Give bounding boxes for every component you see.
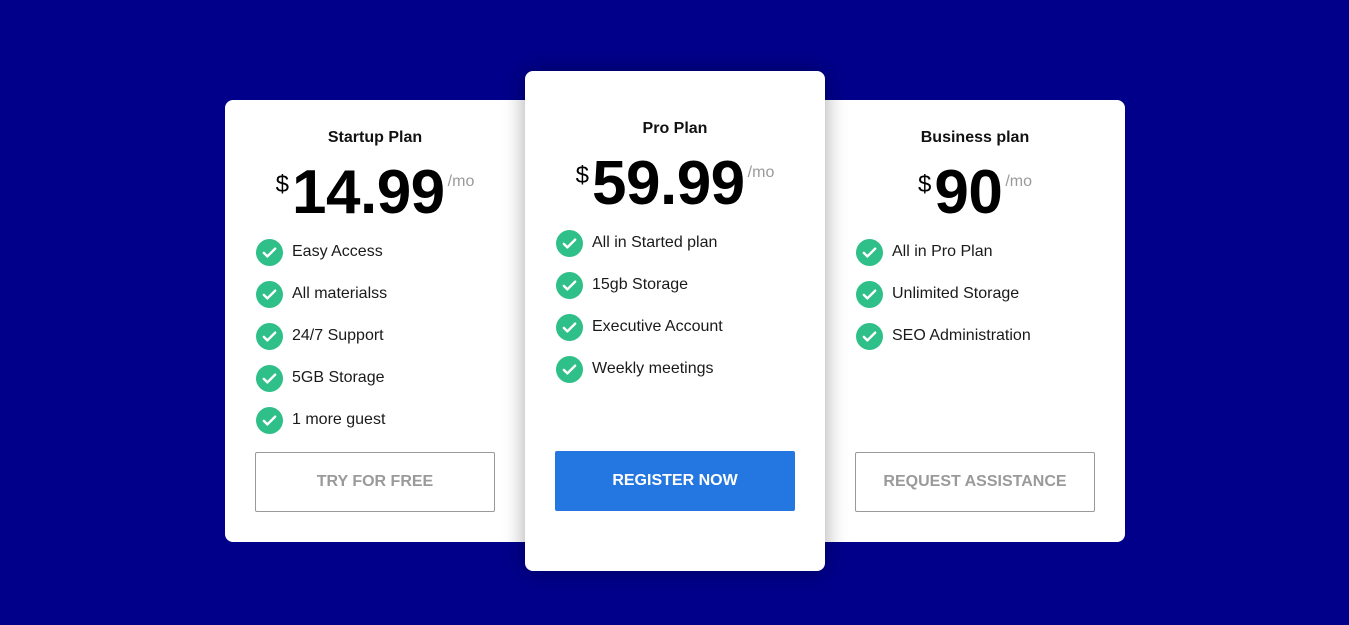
feature-label: Weekly meetings [592, 360, 714, 377]
check-circle-icon [556, 271, 583, 299]
feature-item: SEO Administration [856, 315, 1115, 357]
plan-price: $ 14.99 /mo [225, 162, 525, 224]
business-plan-card: Business plan $ 90 /mo All in Pro Plan U… [825, 100, 1125, 542]
check-circle-icon [256, 238, 283, 266]
plan-title: Pro Plan [642, 120, 708, 137]
feature-label: SEO Administration [892, 327, 1031, 344]
price-period: /mo [1005, 173, 1032, 190]
check-circle-icon [256, 364, 283, 392]
feature-item: All materialss [256, 273, 515, 315]
price-period: /mo [747, 164, 775, 181]
feature-item: 5GB Storage [256, 357, 515, 399]
feature-label: 1 more guest [292, 411, 386, 428]
currency-symbol: $ [918, 171, 932, 198]
check-circle-icon [856, 238, 883, 266]
plan-price: $ 90 /mo [825, 162, 1125, 224]
plan-title: Startup Plan [327, 129, 423, 146]
price-amount: 59.99 [592, 149, 745, 218]
feature-item: Easy Access [256, 231, 515, 273]
price-period: /mo [447, 173, 475, 190]
feature-item: 24/7 Support [256, 315, 515, 357]
request-assistance-button[interactable]: REQUEST ASSISTANCE [855, 452, 1095, 512]
check-circle-icon [256, 406, 283, 434]
check-circle-icon [556, 355, 583, 383]
check-circle-icon [556, 313, 583, 341]
feature-item: 15gb Storage [556, 264, 815, 306]
feature-list: All in Pro Plan Unlimited Storage SEO Ad… [856, 231, 1115, 357]
feature-label: Executive Account [592, 318, 723, 335]
try-for-free-button[interactable]: TRY FOR FREE [255, 452, 495, 512]
feature-label: All materialss [292, 285, 388, 302]
feature-item: All in Pro Plan [856, 231, 1115, 273]
feature-label: All in Started plan [592, 234, 718, 251]
price-amount: 14.99 [292, 158, 445, 227]
check-circle-icon [256, 280, 283, 308]
feature-item: All in Started plan [556, 222, 815, 264]
feature-label: All in Pro Plan [892, 243, 993, 260]
feature-label: 5GB Storage [292, 369, 385, 386]
check-circle-icon [856, 322, 883, 350]
feature-label: Easy Access [292, 243, 383, 260]
feature-label: Unlimited Storage [892, 285, 1020, 302]
feature-list: All in Started plan 15gb Storage Executi… [556, 222, 815, 390]
feature-item: Executive Account [556, 306, 815, 348]
feature-label: 15gb Storage [592, 276, 689, 293]
feature-item: Weekly meetings [556, 348, 815, 390]
feature-item: Unlimited Storage [856, 273, 1115, 315]
plan-price: $ 59.99 /mo [525, 153, 825, 215]
check-circle-icon [856, 280, 883, 308]
pricing-section: Startup Plan $ 14.99 /mo Easy Access All… [0, 0, 1349, 625]
currency-symbol: $ [575, 162, 590, 189]
register-now-button[interactable]: REGISTER NOW [555, 451, 795, 511]
feature-list: Easy Access All materialss 24/7 Support … [256, 231, 515, 441]
check-circle-icon [256, 322, 283, 350]
currency-symbol: $ [275, 171, 290, 198]
price-amount: 90 [934, 158, 1003, 227]
feature-label: 24/7 Support [292, 327, 384, 344]
check-circle-icon [556, 229, 583, 257]
feature-item: 1 more guest [256, 399, 515, 441]
pro-plan-card: Pro Plan $ 59.99 /mo All in Started plan… [525, 71, 825, 571]
startup-plan-card: Startup Plan $ 14.99 /mo Easy Access All… [225, 100, 525, 542]
plan-title: Business plan [920, 129, 1030, 146]
